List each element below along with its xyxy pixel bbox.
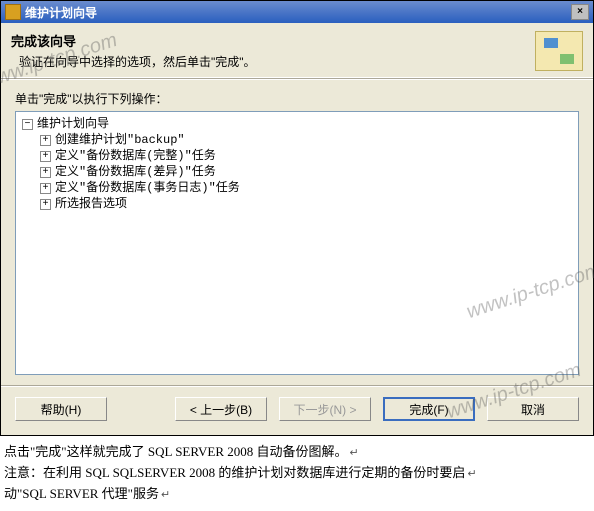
window-title: 维护计划向导 [25, 4, 97, 21]
tree-item-label: 创建维护计划"backup" [55, 132, 185, 148]
help-button[interactable]: 帮助(H) [15, 397, 107, 421]
tree-item-label: 定义"备份数据库(差异)"任务 [55, 164, 216, 180]
app-icon [5, 4, 21, 20]
tree-root[interactable]: − 维护计划向导 [22, 116, 572, 132]
expand-icon[interactable]: + [40, 183, 51, 194]
note-line: 注意：在利用 SQL SQLSERVER 2008 的维护计划对数据库进行定期的… [4, 463, 590, 484]
finish-button[interactable]: 完成(F) [383, 397, 475, 421]
back-button[interactable]: < 上一步(B) [175, 397, 267, 421]
tree-item[interactable]: + 定义"备份数据库(事务日志)"任务 [22, 180, 572, 196]
titlebar[interactable]: 维护计划向导 × [1, 1, 593, 23]
wizard-dialog: 维护计划向导 × 完成该向导 验证在向导中选择的选项，然后单击"完成"。 单击"… [0, 0, 594, 436]
tree-item[interactable]: + 定义"备份数据库(差异)"任务 [22, 164, 572, 180]
wizard-icon [535, 31, 583, 71]
expand-icon[interactable]: + [40, 167, 51, 178]
next-button: 下一步(N) > [279, 397, 371, 421]
header-description: 验证在向导中选择的选项，然后单击"完成"。 [11, 53, 535, 70]
expand-icon[interactable]: + [40, 135, 51, 146]
wizard-header: 完成该向导 验证在向导中选择的选项，然后单击"完成"。 [1, 23, 593, 78]
note-line: 动"SQL SERVER 代理"服务 [4, 484, 590, 505]
expand-icon[interactable]: + [40, 151, 51, 162]
annotation-text: 点击"完成"这样就完成了 SQL SERVER 2008 自动备份图解。 注意：… [0, 436, 594, 511]
button-bar: 帮助(H) < 上一步(B) 下一步(N) > 完成(F) 取消 [1, 387, 593, 435]
cancel-button[interactable]: 取消 [487, 397, 579, 421]
tree-root-label: 维护计划向导 [37, 116, 109, 132]
tree-item[interactable]: + 所选报告选项 [22, 196, 572, 212]
instruction-text: 单击"完成"以执行下列操作： [15, 90, 579, 107]
content-area: 单击"完成"以执行下列操作： − 维护计划向导 + 创建维护计划"backup"… [1, 80, 593, 385]
tree-item-label: 所选报告选项 [55, 196, 127, 212]
expand-icon[interactable]: + [40, 199, 51, 210]
tree-item-label: 定义"备份数据库(完整)"任务 [55, 148, 216, 164]
tree-item-label: 定义"备份数据库(事务日志)"任务 [55, 180, 240, 196]
tree-item[interactable]: + 创建维护计划"backup" [22, 132, 572, 148]
collapse-icon[interactable]: − [22, 119, 33, 130]
tree-item[interactable]: + 定义"备份数据库(完整)"任务 [22, 148, 572, 164]
close-button[interactable]: × [571, 4, 589, 20]
summary-tree[interactable]: − 维护计划向导 + 创建维护计划"backup" + 定义"备份数据库(完整)… [15, 111, 579, 375]
note-line: 点击"完成"这样就完成了 SQL SERVER 2008 自动备份图解。 [4, 442, 590, 463]
header-title: 完成该向导 [11, 31, 535, 50]
